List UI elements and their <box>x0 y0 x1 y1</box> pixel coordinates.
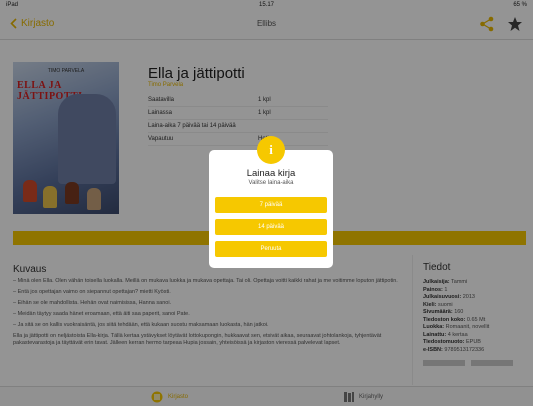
dialog-title: Lainaa kirja <box>246 168 296 179</box>
dialog-subtitle: Valitse laina-aika <box>248 180 294 186</box>
borrow-dialog: i Lainaa kirja Valitse laina-aika 7 päiv… <box>209 136 333 268</box>
info-icon: i <box>257 136 285 164</box>
cancel-button[interactable]: Peruuta <box>215 241 327 257</box>
loan-7-days-button[interactable]: 7 päivää <box>215 197 327 213</box>
loan-14-days-button[interactable]: 14 päivää <box>215 219 327 235</box>
